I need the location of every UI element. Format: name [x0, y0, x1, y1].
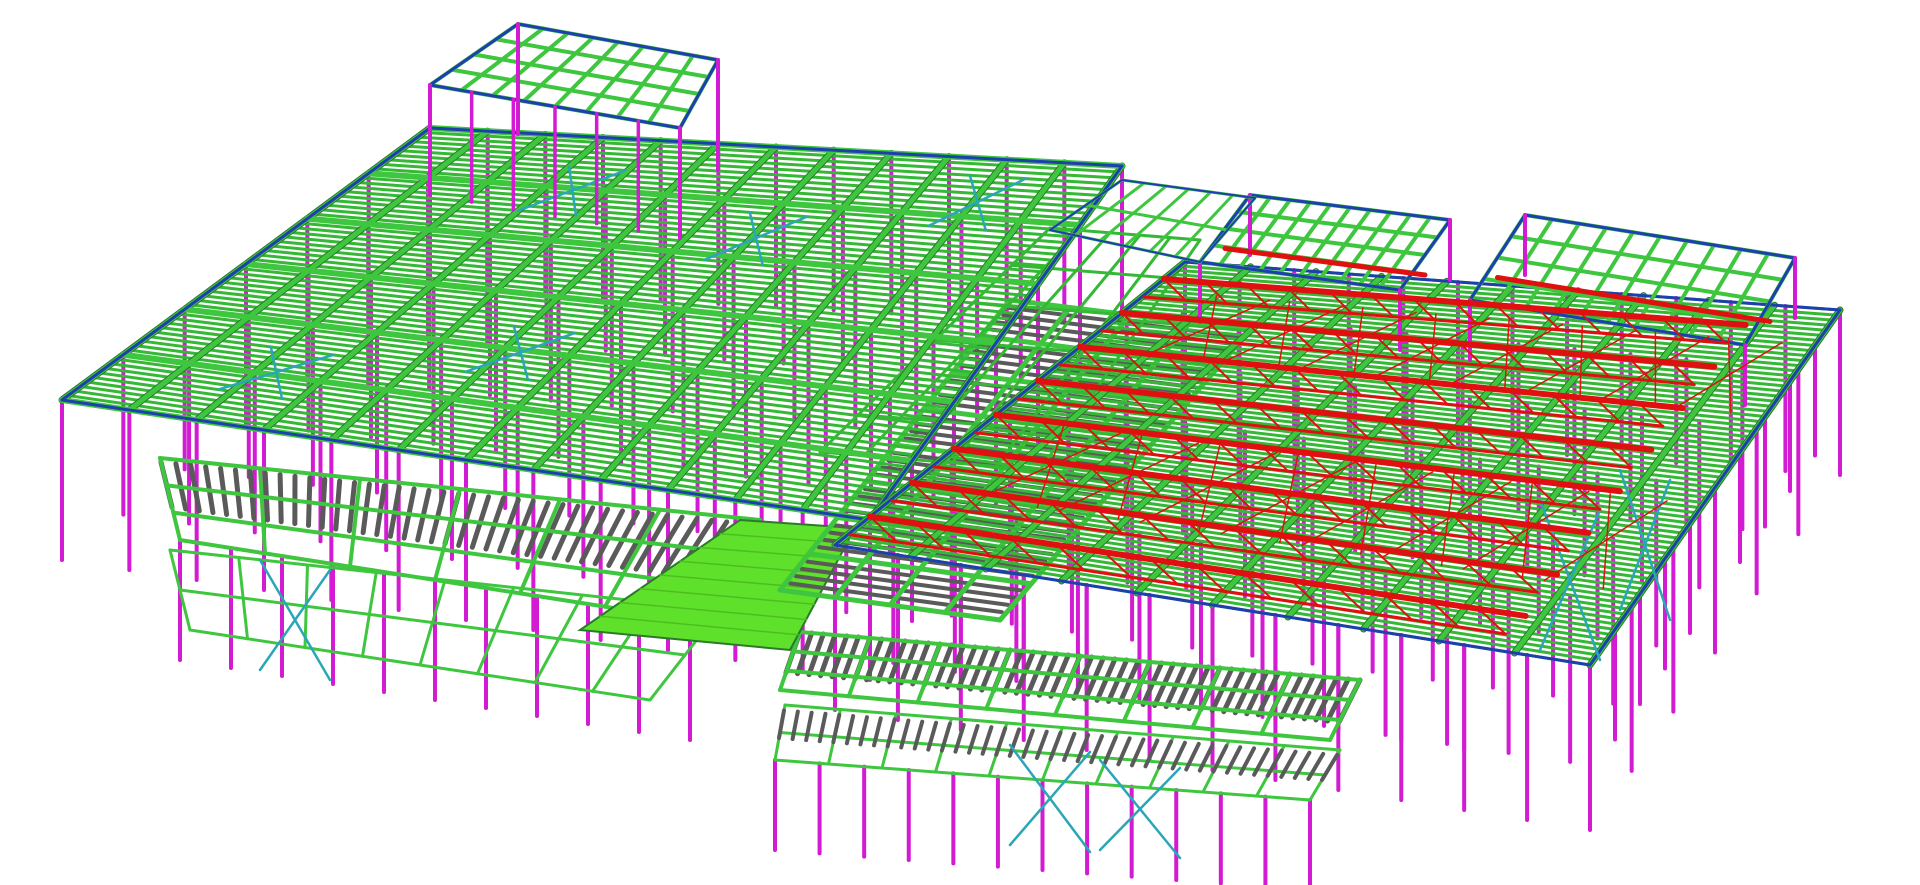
bracing — [1098, 766, 1182, 852]
bracing — [1008, 750, 1092, 847]
penthouse-edge — [428, 22, 520, 87]
steel-frame-model — [58, 22, 1844, 885]
floor-beam — [846, 636, 872, 699]
penthouse-edge — [516, 22, 720, 62]
floor-beam — [1121, 660, 1152, 724]
link-edge — [1121, 179, 1256, 199]
link-beam — [1084, 203, 1229, 232]
model-viewport[interactable] — [0, 0, 1920, 885]
deck-joist — [1320, 753, 1339, 782]
roof-unit-edge — [1523, 213, 1797, 260]
bracing — [258, 568, 332, 672]
penthouse-beam — [450, 67, 692, 113]
roof-unit-beam — [1509, 234, 1785, 282]
floor-beam — [915, 642, 942, 705]
floor-beam — [984, 648, 1012, 711]
penthouse-beam — [494, 37, 711, 79]
penthouse-beam — [472, 52, 701, 96]
